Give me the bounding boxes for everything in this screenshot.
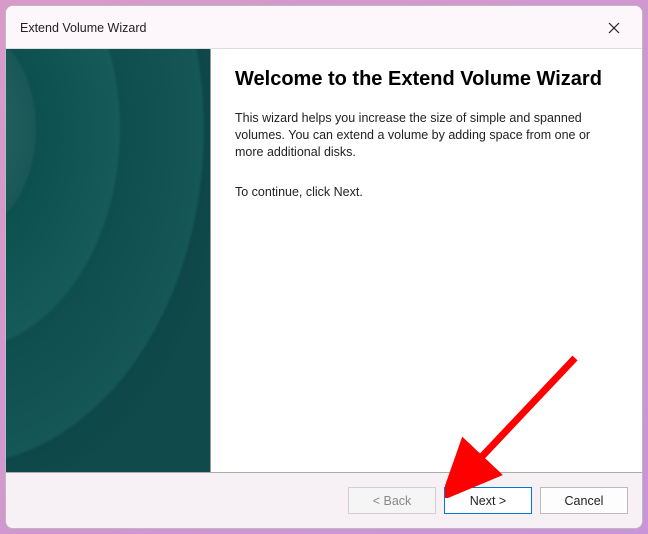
close-icon [608,22,620,34]
next-button[interactable]: Next > [444,487,532,514]
cancel-button[interactable]: Cancel [540,487,628,514]
titlebar: Extend Volume Wizard [6,6,642,49]
wizard-description: This wizard helps you increase the size … [235,110,614,161]
wizard-heading: Welcome to the Extend Volume Wizard [235,67,614,92]
main-panel: Welcome to the Extend Volume Wizard This… [211,49,642,472]
continue-instruction: To continue, click Next. [235,185,614,199]
window-title: Extend Volume Wizard [20,21,146,35]
back-button: < Back [348,487,436,514]
close-button[interactable] [600,14,628,42]
content-area: Welcome to the Extend Volume Wizard This… [6,49,642,473]
button-bar: < Back Next > Cancel [6,473,642,528]
wizard-banner-image [6,49,211,472]
wizard-window: Extend Volume Wizard Welcome to the Exte… [5,5,643,529]
